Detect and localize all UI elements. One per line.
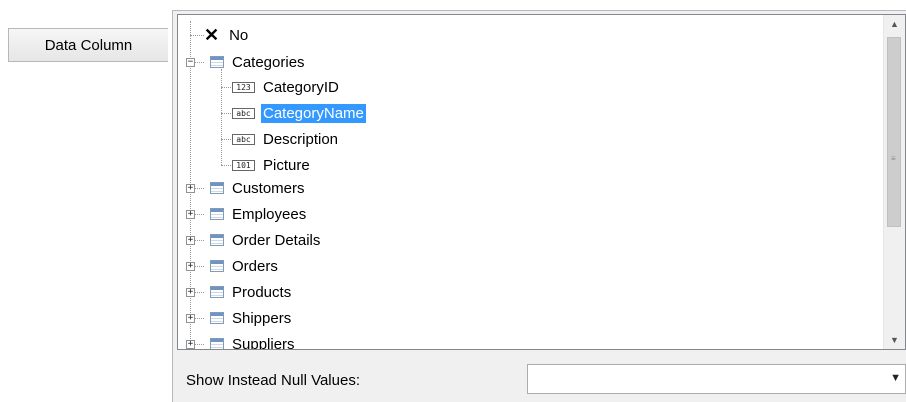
tab-data-column-label: Data Column: [44, 36, 133, 54]
tree-connector: [190, 35, 204, 36]
scrollbar-thumb[interactable]: ≡: [887, 37, 901, 227]
tree-node-label: Customers: [232, 179, 305, 197]
text-field-icon: abc: [232, 133, 255, 145]
expand-icon[interactable]: +: [186, 262, 195, 271]
collapse-icon[interactable]: −: [186, 58, 195, 67]
tree-node-table[interactable]: Order Details: [210, 229, 322, 251]
tree-connector: [221, 165, 231, 166]
table-icon: [210, 338, 224, 349]
tree-node-label: Products: [232, 283, 292, 301]
tree-node-field[interactable]: abc Description: [232, 128, 340, 150]
tree-node-field[interactable]: 123 CategoryID: [232, 76, 341, 98]
tree-connector: [221, 87, 231, 88]
tree-connector: [195, 292, 204, 293]
scroll-up-icon[interactable]: ▲: [884, 15, 905, 33]
tree-node-table[interactable]: Employees: [210, 203, 308, 225]
null-values-label: Show Instead Null Values:: [186, 372, 360, 389]
tree-connector: [195, 344, 204, 345]
tree-node-table[interactable]: Shippers: [210, 307, 293, 329]
table-icon: [210, 208, 224, 220]
expand-icon[interactable]: +: [186, 236, 195, 245]
tree-node-label: Order Details: [232, 231, 321, 249]
table-icon: [210, 260, 224, 272]
tree-connector: [195, 214, 204, 215]
table-icon: [210, 56, 224, 68]
tree-child-line: [221, 69, 222, 165]
tree-connector: [195, 240, 204, 241]
expand-icon[interactable]: +: [186, 340, 195, 349]
tree-node-none[interactable]: ✕ No: [204, 24, 250, 46]
tree-connector: [195, 188, 204, 189]
tree-connector: [221, 139, 231, 140]
binary-field-icon: 101: [232, 159, 255, 171]
table-icon: [210, 286, 224, 298]
tree-node-label: No: [229, 26, 249, 44]
tree-node-label: Description: [263, 130, 339, 148]
tab-data-column[interactable]: Data Column: [8, 28, 168, 62]
tree-connector: [195, 62, 204, 63]
column-tree[interactable]: ✕ No − Categories 123 CategoryID abc Cat…: [177, 14, 906, 350]
text-field-icon: abc: [232, 107, 255, 119]
tree-node-label: Picture: [263, 156, 310, 174]
tree-connector: [195, 318, 204, 319]
tree-node-field-selected[interactable]: abc CategoryName: [232, 102, 366, 124]
number-field-icon: 123: [232, 81, 255, 93]
expand-icon[interactable]: +: [186, 184, 195, 193]
tree-node-label: Categories: [232, 53, 305, 71]
tree-node-label: Orders: [232, 257, 278, 275]
table-icon: [210, 312, 224, 324]
table-icon: [210, 234, 224, 246]
tab-strip: Data Column: [0, 0, 172, 402]
grip-icon: ≡: [891, 154, 896, 163]
tree-node-table[interactable]: Products: [210, 281, 293, 303]
tree-node-label: Employees: [232, 205, 307, 223]
dropdown-arrow-icon: ▼: [890, 372, 901, 384]
vertical-scrollbar[interactable]: ▲ ≡ ▼: [883, 15, 905, 349]
close-icon: ✕: [204, 25, 220, 45]
scroll-down-icon[interactable]: ▼: [884, 331, 905, 349]
tree-node-table[interactable]: Suppliers: [210, 333, 297, 350]
tree-node-label: CategoryName: [261, 103, 366, 123]
tree-node-categories[interactable]: Categories: [210, 51, 307, 73]
tree-node-table[interactable]: Orders: [210, 255, 280, 277]
tree-connector: [221, 113, 231, 114]
tree-node-label: Suppliers: [232, 335, 295, 350]
tree-connector: [195, 266, 204, 267]
expand-icon[interactable]: +: [186, 314, 195, 323]
expand-icon[interactable]: +: [186, 288, 195, 297]
tree-node-table[interactable]: Customers: [210, 177, 307, 199]
expand-icon[interactable]: +: [186, 210, 195, 219]
null-values-dropdown[interactable]: ▼: [527, 364, 906, 394]
table-icon: [210, 182, 224, 194]
tree-node-label: Shippers: [232, 309, 292, 327]
tree-node-field[interactable]: 101 Picture: [232, 154, 312, 176]
tree-node-label: CategoryID: [263, 78, 339, 96]
tree-content: ✕ No − Categories 123 CategoryID abc Cat…: [178, 15, 883, 349]
